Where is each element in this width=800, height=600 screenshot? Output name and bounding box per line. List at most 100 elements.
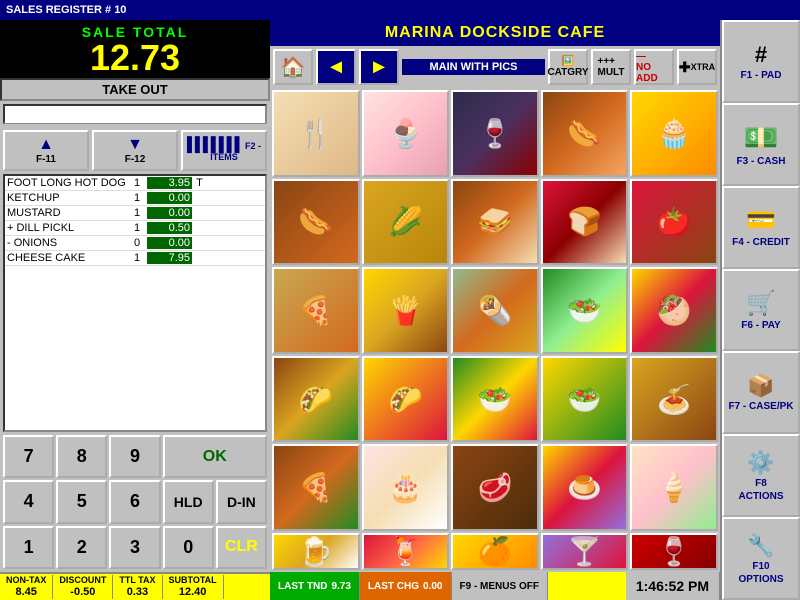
item-price: 0.00 [147, 192, 192, 204]
actions-label2: ACTIONS [739, 491, 784, 502]
food-item-25[interactable]: 🍺 [272, 533, 360, 570]
search-input[interactable] [5, 107, 265, 123]
item-row[interactable]: KETCHUP 1 0.00 [5, 191, 265, 206]
f2-items-button[interactable]: ▌▌▌▌▌▌▌ F2 - ITEMS [181, 130, 267, 171]
food-item-13[interactable]: 🥗 [541, 267, 629, 354]
food-icon-19: 🍝 [657, 383, 692, 416]
back-button[interactable]: ◄ [316, 49, 356, 85]
item-qty: 1 [127, 222, 147, 234]
num-3[interactable]: 3 [109, 526, 160, 569]
no-add-button[interactable]: —NO ADD [634, 49, 674, 85]
food-item-4[interactable]: 🧁 [630, 90, 718, 177]
food-item-6[interactable]: 🌽 [362, 179, 450, 266]
home-button[interactable]: 🏠 [273, 49, 313, 85]
options-button[interactable]: 🔧 F10 OPTIONS [722, 517, 800, 600]
options-label: F10 [752, 561, 769, 572]
xtra-button[interactable]: ✚XTRA [677, 49, 717, 85]
food-item-28[interactable]: 🍸 [541, 533, 629, 570]
f11-button[interactable]: ▲ F-11 [3, 130, 89, 171]
item-price: 0.00 [147, 207, 192, 219]
fn-buttons: ▲ F-11 ▼ F-12 ▌▌▌▌▌▌▌ F2 - ITEMS [0, 127, 270, 174]
food-icon-15: 🌮 [298, 383, 333, 416]
num-4[interactable]: 4 [3, 480, 54, 523]
food-icon-10: 🍕 [298, 294, 333, 327]
food-item-11[interactable]: 🍟 [362, 267, 450, 354]
food-item-16[interactable]: 🌮 [362, 356, 450, 443]
down-arrow-icon: ▼ [96, 136, 174, 154]
num-0[interactable]: 0 [163, 526, 214, 569]
din-button[interactable]: D-IN [216, 480, 267, 523]
food-item-27[interactable]: 🍊 [451, 533, 539, 570]
food-item-23[interactable]: 🍮 [541, 444, 629, 531]
clear-button[interactable]: CLR [216, 526, 267, 569]
forward-button[interactable]: ► [359, 49, 399, 85]
num-8[interactable]: 8 [56, 435, 107, 478]
pad-button[interactable]: # F1 - PAD [722, 20, 800, 103]
num-6[interactable]: 6 [109, 480, 160, 523]
food-item-0[interactable]: 🍴 [272, 90, 360, 177]
food-item-5[interactable]: 🌭 [272, 179, 360, 266]
food-item-9[interactable]: 🍅 [630, 179, 718, 266]
center-panel: MARINA DOCKSIDE CAFE 🏠 ◄ ► MAIN WITH PIC… [270, 20, 720, 600]
top-bar: SALES REGISTER # 10 [0, 0, 800, 20]
item-row[interactable]: - ONIONS 0 0.00 [5, 236, 265, 251]
item-price: 7.95 [147, 252, 192, 264]
f9-menus-button[interactable]: F9 - MENUS OFF [452, 572, 548, 600]
food-icon-24: 🍦 [657, 471, 692, 504]
food-icon-29: 🍷 [657, 535, 692, 568]
non-tax-label: NON-TAX [6, 575, 46, 586]
food-item-21[interactable]: 🎂 [362, 444, 450, 531]
food-item-12[interactable]: 🌯 [451, 267, 539, 354]
food-item-22[interactable]: 🥩 [451, 444, 539, 531]
search-bar[interactable] [3, 104, 267, 124]
cash-label: F3 - CASH [737, 156, 786, 167]
actions-label: F8 [755, 478, 767, 489]
credit-button[interactable]: 💳 F4 - CREDIT [722, 186, 800, 269]
food-item-7[interactable]: 🥪 [451, 179, 539, 266]
food-icon-18: 🥗 [567, 383, 602, 416]
pay-icon: 🛒 [746, 289, 776, 318]
num-7[interactable]: 7 [3, 435, 54, 478]
food-item-14[interactable]: 🥙 [630, 267, 718, 354]
num-9[interactable]: 9 [109, 435, 160, 478]
item-row[interactable]: FOOT LONG HOT DOG 1 3.95 T [5, 176, 265, 191]
pad-label: F1 - PAD [741, 70, 782, 81]
actions-button[interactable]: ⚙️ F8 ACTIONS [722, 434, 800, 517]
main-pics-label: MAIN WITH PICS [402, 59, 545, 75]
item-price: 0.00 [147, 237, 192, 249]
item-row[interactable]: + DILL PICKL 1 0.50 [5, 221, 265, 236]
food-item-29[interactable]: 🍷 [630, 533, 718, 570]
hold-button[interactable]: HLD [163, 480, 214, 523]
food-item-24[interactable]: 🍦 [630, 444, 718, 531]
food-item-3[interactable]: 🌭 [541, 90, 629, 177]
food-item-10[interactable]: 🍕 [272, 267, 360, 354]
mult-button[interactable]: +++MULT [591, 49, 631, 85]
food-icon-20: 🍕 [298, 471, 333, 504]
ttl-tax-label: TTL TAX [119, 575, 155, 586]
food-item-20[interactable]: 🍕 [272, 444, 360, 531]
category-button[interactable]: 🖼️CATGRY [548, 49, 588, 85]
clock-display: 1:46:52 PM [626, 572, 720, 600]
num-5[interactable]: 5 [56, 480, 107, 523]
food-icon-16: 🌮 [388, 383, 423, 416]
food-item-26[interactable]: 🍹 [362, 533, 450, 570]
food-item-2[interactable]: 🍷 [451, 90, 539, 177]
case-pk-button[interactable]: 📦 F7 - CASE/PK [722, 351, 800, 434]
food-item-15[interactable]: 🌮 [272, 356, 360, 443]
item-row[interactable]: MUSTARD 1 0.00 [5, 206, 265, 221]
item-name: CHEESE CAKE [7, 252, 127, 264]
food-icon-14: 🥙 [657, 294, 692, 327]
ok-button[interactable]: OK [163, 435, 267, 478]
pay-button[interactable]: 🛒 F6 - PAY [722, 269, 800, 352]
cash-button[interactable]: 💵 F3 - CASH [722, 103, 800, 186]
food-item-19[interactable]: 🍝 [630, 356, 718, 443]
item-row[interactable]: CHEESE CAKE 1 7.95 [5, 251, 265, 266]
food-item-17[interactable]: 🥗 [451, 356, 539, 443]
num-2[interactable]: 2 [56, 526, 107, 569]
f12-button[interactable]: ▼ F-12 [92, 130, 178, 171]
food-item-8[interactable]: 🍞 [541, 179, 629, 266]
food-item-18[interactable]: 🥗 [541, 356, 629, 443]
num-1[interactable]: 1 [3, 526, 54, 569]
food-item-1[interactable]: 🍨 [362, 90, 450, 177]
item-qty: 1 [127, 252, 147, 264]
